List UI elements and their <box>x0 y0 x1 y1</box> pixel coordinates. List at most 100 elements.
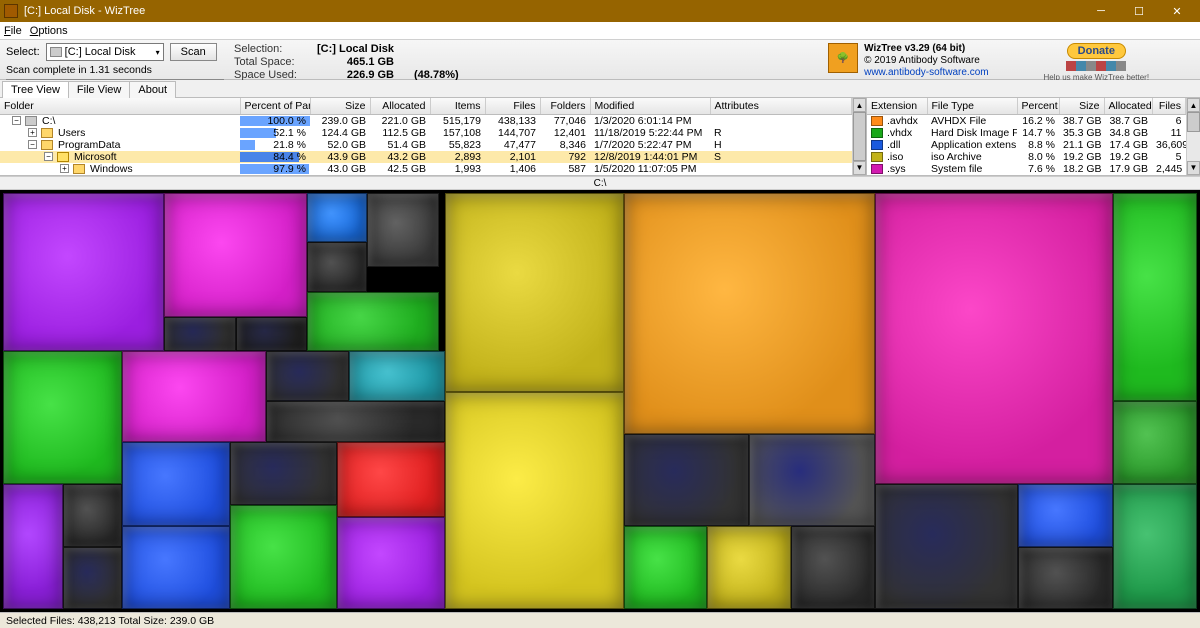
minimize-button[interactable]: ─ <box>1082 1 1120 21</box>
treemap-block[interactable] <box>3 351 122 484</box>
treemap-block[interactable] <box>875 484 1018 609</box>
tree-col-files[interactable]: Files <box>485 98 540 114</box>
treemap-block[interactable] <box>1113 484 1197 609</box>
treemap-block[interactable] <box>1113 193 1197 401</box>
window-title: [C:] Local Disk - WizTree <box>24 5 1082 17</box>
treemap-block[interactable] <box>624 526 708 609</box>
titlebar[interactable]: [C:] Local Disk - WizTree ─ ☐ ✕ <box>0 0 1200 22</box>
ext-color-swatch <box>871 128 883 138</box>
treemap-block[interactable] <box>337 442 444 517</box>
drive-select[interactable]: [C:] Local Disk ▾ <box>46 43 164 61</box>
treemap-block[interactable] <box>624 193 875 435</box>
treemap-block[interactable] <box>445 392 624 609</box>
expand-toggle[interactable]: + <box>28 128 37 137</box>
tree-col-attributes[interactable]: Attributes <box>710 98 852 114</box>
treemap-block[interactable] <box>1113 401 1197 484</box>
treemap-block[interactable] <box>266 401 445 443</box>
table-row[interactable]: −Microsoft84.4 %43.9 GB43.2 GB2,8932,101… <box>0 151 852 163</box>
table-row[interactable]: .avhdxAVHDX File16.2 %38.7 GB38.7 GB6 <box>867 114 1186 127</box>
brand-logo-icon: 🌳 <box>828 43 858 73</box>
expand-toggle[interactable]: − <box>28 140 37 149</box>
treemap-block[interactable] <box>624 434 749 526</box>
scan-status: Scan complete in 1.31 seconds <box>6 64 224 76</box>
treemap-block[interactable] <box>266 351 350 401</box>
tree-scrollbar[interactable]: ▲ ▼ <box>852 98 866 175</box>
toolbar: Select: [C:] Local Disk ▾ Scan Scan comp… <box>0 40 1200 80</box>
treemap-block[interactable] <box>122 442 229 525</box>
tab-about[interactable]: About <box>129 81 176 98</box>
close-button[interactable]: ✕ <box>1158 1 1196 21</box>
tree-col-percent-of-parent[interactable]: Percent of Parent <box>240 98 310 114</box>
treemap-block[interactable] <box>1018 484 1114 546</box>
table-row[interactable]: −ProgramData21.8 %52.0 GB51.4 GB55,82347… <box>0 139 852 151</box>
treemap-block[interactable] <box>445 193 624 393</box>
treemap-block[interactable] <box>349 351 445 401</box>
ext-col-allocated[interactable]: Allocated <box>1104 98 1152 114</box>
brand-url[interactable]: www.antibody-software.com <box>864 67 989 78</box>
treemap-block[interactable] <box>307 193 367 243</box>
tree-table[interactable]: FolderPercent of ParentSizeAllocatedItem… <box>0 98 852 175</box>
expand-toggle[interactable]: − <box>12 116 21 125</box>
ext-scrollbar[interactable]: ▲ ▼ <box>1186 98 1200 175</box>
tab-tree-view[interactable]: Tree View <box>2 81 69 98</box>
ext-col-files[interactable]: Files <box>1152 98 1186 114</box>
treemap-block[interactable] <box>63 547 123 609</box>
menu-options[interactable]: Options <box>30 25 68 37</box>
scroll-down-icon[interactable]: ▼ <box>1187 161 1200 175</box>
ext-col-percent[interactable]: Percent <box>1017 98 1059 114</box>
treemap-block[interactable] <box>63 484 123 546</box>
tree-col-size[interactable]: Size <box>310 98 370 114</box>
tree-col-items[interactable]: Items <box>430 98 485 114</box>
donate-button[interactable]: Donate <box>1067 43 1126 59</box>
folder-icon <box>57 152 69 162</box>
chevron-down-icon: ▾ <box>156 48 160 57</box>
maximize-button[interactable]: ☐ <box>1120 1 1158 21</box>
treemap-block[interactable] <box>122 526 229 609</box>
menu-file[interactable]: File <box>4 25 22 37</box>
scroll-up-icon[interactable]: ▲ <box>853 98 866 112</box>
tab-file-view[interactable]: File View <box>68 81 130 98</box>
table-row[interactable]: .sysSystem file7.6 %18.2 GB17.9 GB2,445 <box>867 163 1186 175</box>
table-row[interactable]: +Windows97.9 %43.0 GB42.5 GB1,9931,40658… <box>0 163 852 175</box>
treemap-block[interactable] <box>307 242 367 292</box>
treemap-area[interactable] <box>0 190 1200 613</box>
treemap-block[interactable] <box>230 442 337 504</box>
treemap-block[interactable] <box>3 484 63 609</box>
treemap-block[interactable] <box>791 526 875 609</box>
treemap-block[interactable] <box>3 193 164 351</box>
treemap-block[interactable] <box>875 193 1114 485</box>
treemap-block[interactable] <box>1018 547 1114 609</box>
statusbar: Selected Files: 438,213 Total Size: 239.… <box>0 612 1200 628</box>
extension-table[interactable]: ExtensionFile TypePercentSizeAllocatedFi… <box>867 98 1186 175</box>
ext-col-extension[interactable]: Extension <box>867 98 927 114</box>
table-row[interactable]: .dllApplication extens8.8 %21.1 GB17.4 G… <box>867 139 1186 151</box>
treemap-block[interactable] <box>307 292 438 350</box>
expand-toggle[interactable]: − <box>44 152 53 161</box>
treemap-block[interactable] <box>707 526 791 609</box>
drive-select-value: [C:] Local Disk <box>65 46 136 58</box>
scan-button[interactable]: Scan <box>170 43 217 61</box>
tree-col-folder[interactable]: Folder <box>0 98 240 114</box>
expand-toggle[interactable]: + <box>60 164 69 173</box>
treemap-block[interactable] <box>122 351 265 443</box>
treemap-block[interactable] <box>236 317 308 350</box>
tree-col-allocated[interactable]: Allocated <box>370 98 430 114</box>
tree-col-modified[interactable]: Modified <box>590 98 710 114</box>
ext-col-file-type[interactable]: File Type <box>927 98 1017 114</box>
scroll-up-icon[interactable]: ▲ <box>1187 98 1200 112</box>
scroll-thumb[interactable] <box>853 112 866 161</box>
scroll-down-icon[interactable]: ▼ <box>853 161 866 175</box>
treemap-block[interactable] <box>367 193 439 268</box>
table-row[interactable]: .vhdxHard Disk Image Fi14.7 %35.3 GB34.8… <box>867 127 1186 139</box>
ext-col-size[interactable]: Size <box>1059 98 1104 114</box>
tree-col-folders[interactable]: Folders <box>540 98 590 114</box>
treemap-block[interactable] <box>164 193 307 318</box>
table-row[interactable]: .isoiso Archive8.0 %19.2 GB19.2 GB5 <box>867 151 1186 163</box>
treemap-block[interactable] <box>337 517 444 609</box>
table-row[interactable]: +Users52.1 %124.4 GB112.5 GB157,108144,7… <box>0 127 852 139</box>
treemap-block[interactable] <box>749 434 874 526</box>
table-row[interactable]: −C:\100.0 %239.0 GB221.0 GB515,179438,13… <box>0 114 852 127</box>
treemap-block[interactable] <box>164 317 236 350</box>
scroll-thumb[interactable] <box>1187 112 1200 132</box>
treemap-block[interactable] <box>230 505 337 609</box>
